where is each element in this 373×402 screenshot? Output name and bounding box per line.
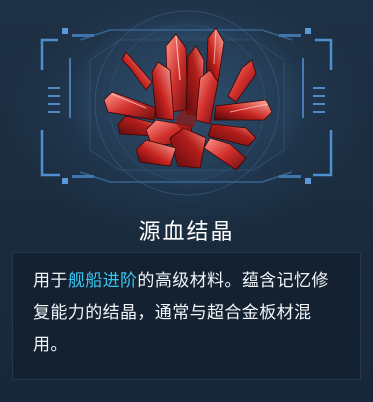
description-box: 用于舰船进阶的高级材料。蕴含记忆修复能力的结晶，通常与超合金板材混用。 xyxy=(12,252,361,380)
description-prefix: 用于 xyxy=(33,271,68,291)
description-highlight: 舰船进阶 xyxy=(67,271,138,291)
item-description: 用于舰船进阶的高级材料。蕴含记忆修复能力的结晶，通常与超合金板材混用。 xyxy=(33,265,342,361)
red-crystal-cluster-icon xyxy=(103,27,273,171)
item-detail-panel: 源血结晶 用于舰船进阶的高级材料。蕴含记忆修复能力的结晶，通常与超合金板材混用。 xyxy=(0,0,373,402)
item-name: 源血结晶 xyxy=(138,220,235,245)
